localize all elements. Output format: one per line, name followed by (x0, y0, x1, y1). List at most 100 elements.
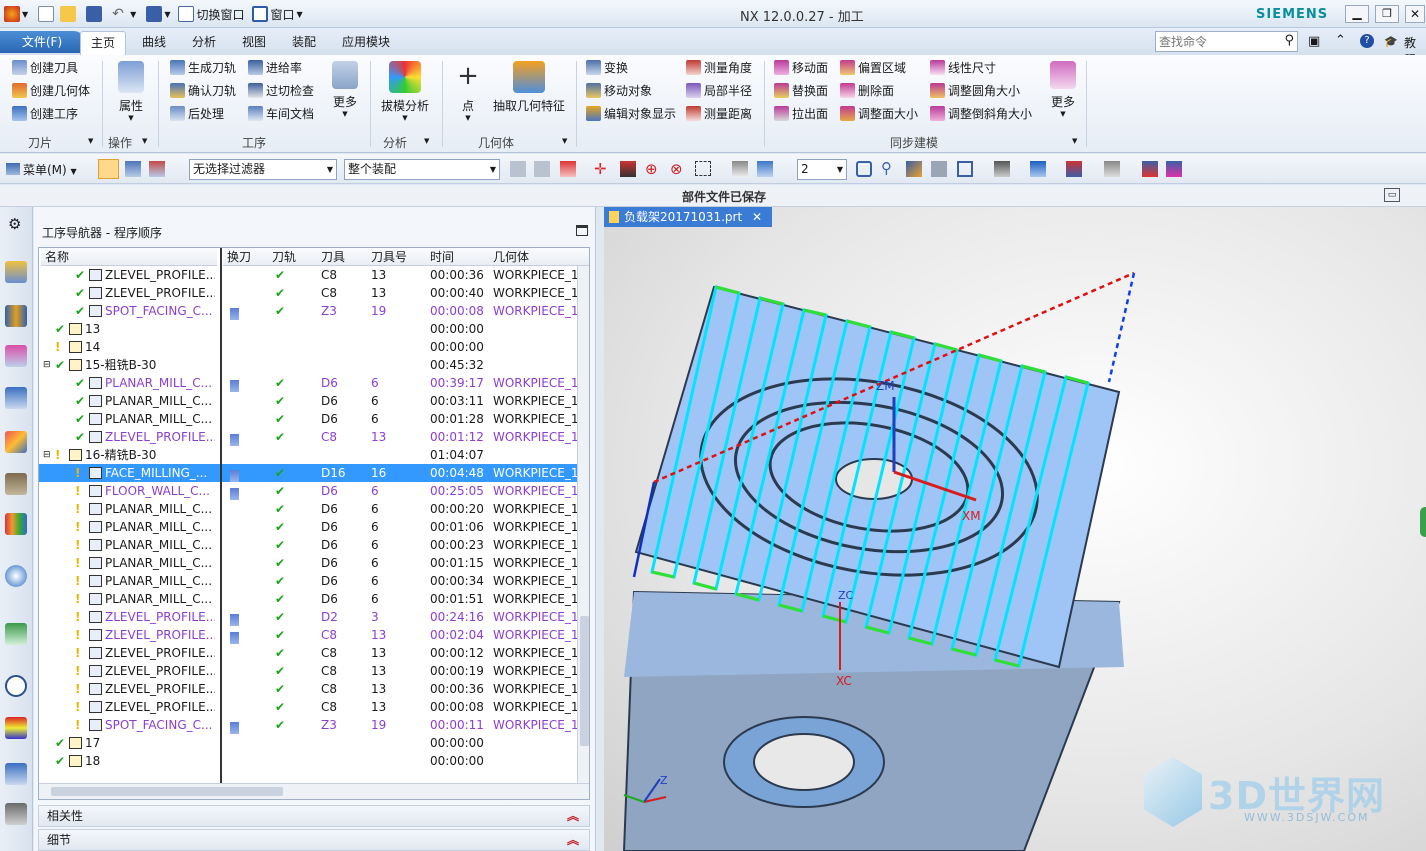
close-button[interactable]: ✕ (1405, 5, 1425, 23)
table-row[interactable]: ! ZLEVEL_PROFILE... ✔ C8 13 00:02:04 WORKPIECE… (39, 626, 579, 644)
save-all-icon[interactable] (146, 6, 163, 22)
transform-button[interactable]: 变换 (586, 58, 628, 78)
gouge-check-button[interactable]: 过切检查 (248, 81, 314, 101)
table-row[interactable]: ! PLANAR_MILL_C... ✔ D6 6 00:00:20 WORKPIECE_1 (39, 500, 579, 518)
table-row[interactable]: ! SPOT_FACING_C... ✔ Z3 19 00:00:11 WORKPIECE_… (39, 716, 579, 734)
table-row[interactable]: ! PLANAR_MILL_C... ✔ D6 6 00:01:51 WORKPIECE_1 (39, 590, 579, 608)
table-row[interactable]: ! FACE_MILLING_... ✔ D16 16 00:04:48 WORKPIECE… (39, 464, 579, 482)
table-row[interactable]: ! PLANAR_MILL_C... ✔ D6 6 00:01:15 WORKPIECE_1 (39, 554, 579, 572)
properties-dropdown-icon[interactable]: ▼ (110, 114, 152, 122)
replace-face-button[interactable]: 替换面 (774, 81, 828, 101)
table-row[interactable]: ! ZLEVEL_PROFILE... ✔ C8 13 00:00:19 WORKPIECE… (39, 662, 579, 680)
geometry-group-dropdown-icon[interactable]: ▼ (562, 137, 567, 145)
measure-angle-button[interactable]: 测量角度 (686, 58, 752, 78)
hd3d-tools-icon[interactable] (5, 473, 27, 495)
shaded-view-icon[interactable] (757, 161, 773, 177)
feed-rate-button[interactable]: 进给率 (248, 58, 302, 78)
window-menu-button[interactable]: 窗口 (270, 6, 294, 23)
shaded-icon[interactable] (1030, 161, 1046, 177)
table-row[interactable]: ! FLOOR_WALL_C... ✔ D6 6 00:25:05 WORKPIECE_1 (39, 482, 579, 500)
layer-number-dropdown[interactable]: 2 (797, 159, 847, 180)
search-input[interactable] (1156, 32, 1274, 51)
restore-panel-icon[interactable]: ▭ (1384, 188, 1400, 202)
table-row[interactable]: ⊟ ✔ 15-粗铣B-30 00:45:32 (39, 356, 579, 374)
scroll-thumb[interactable] (580, 616, 589, 746)
save-icon[interactable] (86, 6, 103, 22)
column-header[interactable]: 换刀 (223, 248, 269, 266)
process-studio-icon[interactable] (5, 763, 27, 785)
sync-more-button[interactable]: 更多 ▼ (1044, 61, 1082, 118)
resize-chamfer-button[interactable]: 调整倒斜角大小 (930, 104, 1032, 124)
zoom-icon[interactable]: ⚲ (881, 159, 892, 177)
knife-group-dropdown-icon[interactable]: ▼ (88, 137, 93, 145)
column-header[interactable]: 刀具 (317, 248, 368, 266)
column-header[interactable]: 几何体 (489, 248, 589, 266)
open-folder-icon[interactable] (60, 6, 77, 22)
part-navigator-icon[interactable] (5, 345, 27, 367)
assembly-scope-dropdown[interactable]: 整个装配 (344, 159, 500, 180)
midpoint-icon[interactable] (620, 161, 636, 177)
table-row[interactable]: ✔ 13 00:00:00 (39, 320, 579, 338)
shop-document-button[interactable]: 车间文档 (248, 104, 314, 124)
column-header[interactable]: 刀具号 (367, 248, 428, 266)
table-row[interactable]: ! ZLEVEL_PROFILE... ✔ C8 13 00:00:08 WORKPIECE… (39, 698, 579, 716)
menu-button[interactable]: 菜单(M) ▼ (6, 161, 77, 178)
measure-distance-button[interactable]: 测量距离 (686, 104, 752, 124)
table-row[interactable]: ✔ PLANAR_MILL_C... ✔ D6 6 00:01:28 WORKPIECE_1 (39, 410, 579, 428)
expand-icon[interactable]: ︽ (567, 830, 579, 850)
draft-analysis-dropdown-icon[interactable]: ▼ (376, 114, 434, 122)
table-row[interactable]: ! PLANAR_MILL_C... ✔ D6 6 00:00:34 WORKPIECE_1 (39, 572, 579, 590)
create-tool-button[interactable]: 创建刀具 (12, 58, 78, 78)
sync-more-dropdown-icon[interactable]: ▼ (1044, 110, 1082, 118)
table-row[interactable]: ⊟! 16-精铣B-30 01:04:07 (39, 446, 579, 464)
intersection-icon[interactable]: ⊗ (670, 160, 683, 178)
select-mode-icon[interactable] (98, 159, 119, 179)
new-file-icon[interactable] (38, 6, 55, 22)
side-tab[interactable] (1420, 507, 1426, 537)
help-icon[interactable]: ? (1360, 34, 1374, 48)
column-header[interactable]: 刀轨 (268, 248, 319, 266)
collapse-ribbon-icon[interactable]: ⌃ (1335, 33, 1346, 48)
table-row[interactable]: ! 14 00:00:00 (39, 338, 579, 356)
tab-assembly[interactable]: 装配 (282, 31, 326, 55)
analysis-icon[interactable] (5, 717, 27, 739)
edit-object-display-button[interactable]: 编辑对象显示 (586, 104, 676, 124)
table-row[interactable]: ✔ PLANAR_MILL_C... ✔ D6 6 00:39:17 WORKPIECE_1 (39, 374, 579, 392)
move-object-button[interactable]: 移动对象 (586, 81, 652, 101)
delete-face-button[interactable]: 删除面 (840, 81, 894, 101)
details-panel-header[interactable]: 细节 ︽ (38, 829, 590, 851)
tab-home[interactable]: 主页 (80, 31, 127, 55)
snap-point-icon[interactable] (510, 161, 526, 177)
minimize-button[interactable]: ▁ (1345, 5, 1369, 23)
render-style-icon[interactable] (994, 161, 1010, 177)
extract-geometry-button[interactable]: 抽取几何特征 (490, 61, 568, 114)
local-radius-button[interactable]: 局部半径 (686, 81, 752, 101)
fit-view-icon[interactable] (856, 161, 872, 177)
point-constructor-icon[interactable] (560, 161, 576, 177)
verify-toolpath-button[interactable]: 确认刀轨 (170, 81, 236, 101)
linear-dimension-button[interactable]: 线性尺寸 (930, 58, 996, 78)
wcs-icon[interactable] (1142, 161, 1158, 177)
layer-settings-icon[interactable] (1104, 161, 1120, 177)
tab-view[interactable]: 视图 (232, 31, 276, 55)
select-feature-icon[interactable] (125, 161, 141, 177)
relevance-panel-header[interactable]: 相关性 ︽ (38, 805, 590, 827)
process-more-button[interactable]: 更多 ▼ (326, 61, 364, 118)
view-box-icon[interactable] (732, 161, 748, 177)
table-row[interactable]: ✔ SPOT_FACING_C... ✔ Z3 19 00:00:08 WORKPIECE_… (39, 302, 579, 320)
save-dropdown-icon[interactable]: ▼ (164, 10, 170, 19)
expand-icon[interactable]: ︽ (567, 806, 579, 826)
file-tab[interactable]: 文件(F) (0, 31, 84, 53)
point-dropdown-icon[interactable]: ▼ (452, 114, 484, 122)
orient-view-icon[interactable] (931, 161, 947, 177)
column-header[interactable]: 名称 (41, 248, 217, 266)
search-icon[interactable]: ⚲ (1284, 33, 1294, 48)
web-browser-icon[interactable] (5, 565, 27, 587)
operation-group-dropdown-icon[interactable]: ▼ (142, 137, 147, 145)
table-row[interactable]: ✔ 17 00:00:00 (39, 734, 579, 752)
roles-icon[interactable] (5, 803, 27, 825)
layout-icon[interactable] (957, 161, 973, 177)
settings-gear-icon[interactable]: ⚙ (8, 215, 21, 233)
pan-icon[interactable] (906, 161, 922, 177)
resize-blend-button[interactable]: 调整圆角大小 (930, 81, 1020, 101)
